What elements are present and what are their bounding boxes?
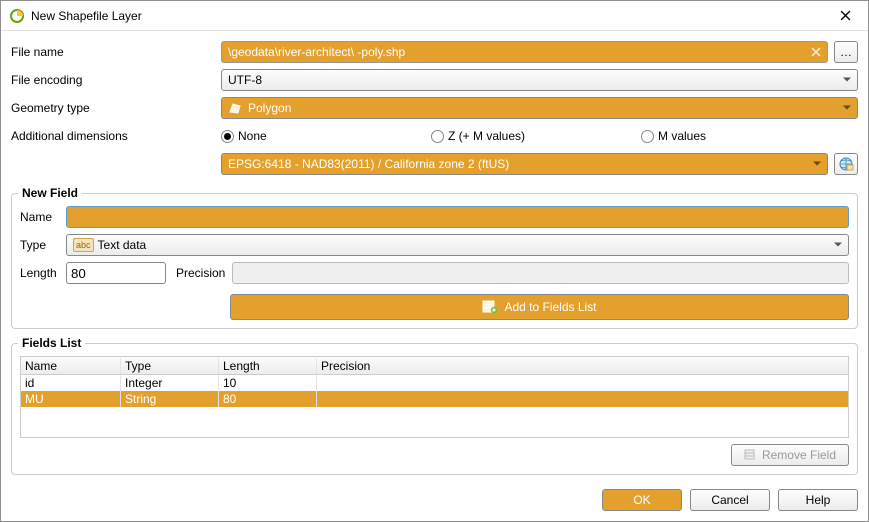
add-to-fields-button[interactable]: Add to Fields List — [230, 294, 849, 320]
chevron-down-icon — [813, 162, 821, 167]
nf-precision-input — [232, 262, 849, 284]
nf-name-label: Name — [20, 210, 66, 224]
browse-button[interactable]: … — [834, 41, 858, 63]
new-field-group: New Field Name Type abc Text data Length — [11, 193, 858, 329]
geometry-label: Geometry type — [11, 101, 221, 115]
filename-label: File name — [11, 45, 221, 59]
nf-type-combo[interactable]: abc Text data — [66, 234, 849, 256]
radio-none[interactable]: None — [221, 129, 431, 143]
filename-input[interactable]: \geodata\river-architect\ -poly.shp — [221, 41, 828, 63]
close-button[interactable] — [830, 1, 860, 31]
nf-length-input[interactable] — [66, 262, 166, 284]
titlebar: New Shapefile Layer — [1, 1, 868, 31]
nf-type-label: Type — [20, 238, 66, 252]
chevron-down-icon — [834, 243, 842, 248]
radio-z[interactable]: Z (+ M values) — [431, 129, 641, 143]
new-field-title: New Field — [18, 186, 82, 200]
close-icon — [840, 10, 851, 21]
nf-name-input[interactable] — [66, 206, 849, 228]
col-length-header[interactable]: Length — [219, 358, 317, 374]
geometry-combo[interactable]: Polygon — [221, 97, 858, 119]
nf-length-label: Length — [20, 266, 66, 280]
app-icon — [9, 8, 25, 24]
ok-button[interactable]: OK — [602, 489, 682, 511]
encoding-label: File encoding — [11, 73, 221, 87]
dialog-window: New Shapefile Layer File name \geodata\r… — [0, 0, 869, 522]
chevron-down-icon — [843, 106, 851, 111]
dimensions-label: Additional dimensions — [11, 129, 221, 143]
help-button[interactable]: Help — [778, 489, 858, 511]
fields-list-group: Fields List Name Type Length Precision i… — [11, 343, 858, 475]
radio-m[interactable]: M values — [641, 129, 706, 143]
polygon-icon — [228, 101, 242, 115]
text-type-icon: abc — [73, 238, 94, 252]
remove-field-button[interactable]: Remove Field — [731, 444, 849, 466]
chevron-down-icon — [843, 78, 851, 83]
col-type-header[interactable]: Type — [121, 358, 219, 374]
col-precision-header[interactable]: Precision — [317, 358, 848, 374]
radio-dot-icon — [641, 130, 654, 143]
crs-combo[interactable]: EPSG:6418 - NAD83(2011) / California zon… — [221, 153, 828, 175]
clear-icon[interactable] — [809, 45, 823, 59]
window-title: New Shapefile Layer — [31, 9, 830, 23]
encoding-combo[interactable]: UTF-8 — [221, 69, 858, 91]
table-header: Name Type Length Precision — [21, 357, 848, 375]
table-row[interactable]: MU String 80 — [21, 391, 848, 407]
globe-icon — [838, 156, 854, 172]
table-row[interactable]: id Integer 10 — [21, 375, 848, 391]
nf-precision-label: Precision — [176, 266, 232, 280]
radio-dot-icon — [221, 130, 234, 143]
radio-dot-icon — [431, 130, 444, 143]
remove-field-icon — [744, 449, 758, 461]
add-field-icon — [482, 300, 498, 314]
crs-picker-button[interactable] — [834, 153, 858, 175]
fields-list-title: Fields List — [18, 336, 85, 350]
fields-table[interactable]: Name Type Length Precision id Integer 10… — [20, 356, 849, 438]
footer: OK Cancel Help — [1, 481, 868, 521]
col-name-header[interactable]: Name — [21, 358, 121, 374]
cancel-button[interactable]: Cancel — [690, 489, 770, 511]
